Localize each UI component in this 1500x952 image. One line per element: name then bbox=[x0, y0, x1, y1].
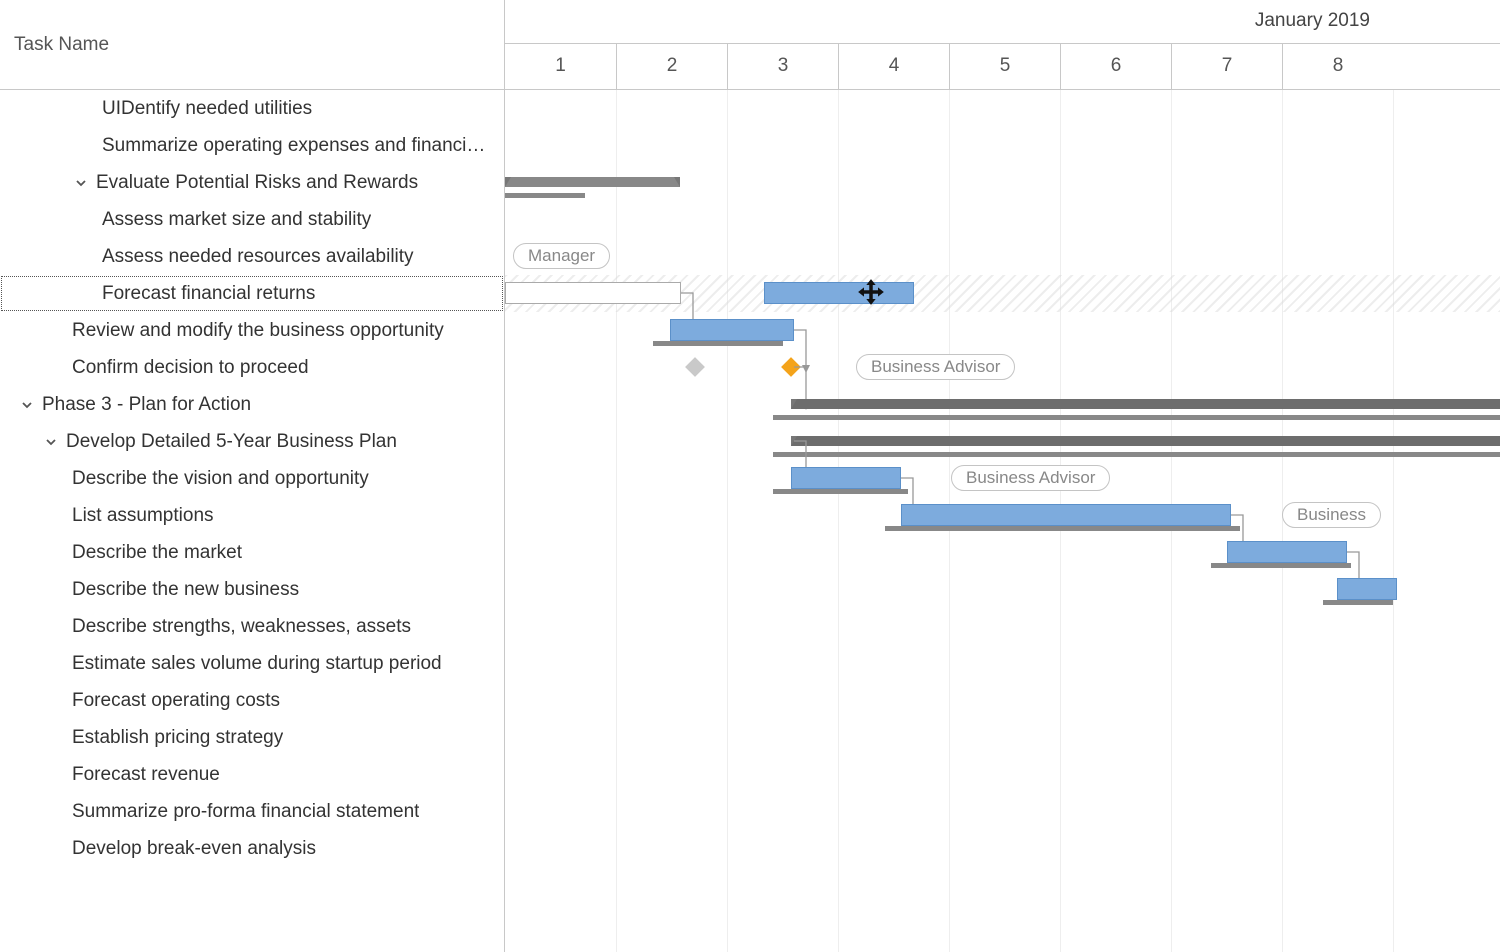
task-row[interactable]: Evaluate Potential Risks and Rewards bbox=[0, 164, 504, 201]
task-row[interactable]: List assumptions bbox=[0, 497, 504, 534]
task-row[interactable]: Forecast financial returns bbox=[0, 275, 504, 312]
resource-tag-business-advisor[interactable]: Business Advisor bbox=[951, 465, 1110, 491]
task-row[interactable]: Describe the new business bbox=[0, 571, 504, 608]
task-row[interactable]: Estimate sales volume during startup per… bbox=[0, 645, 504, 682]
task-row[interactable]: Review and modify the business opportuni… bbox=[0, 312, 504, 349]
task-row[interactable]: Develop break-even analysis bbox=[0, 830, 504, 867]
bar-row bbox=[505, 164, 1500, 201]
progress-underline bbox=[885, 526, 1240, 531]
resource-tag-business-advisor[interactable]: Business Advisor bbox=[856, 354, 1015, 380]
progress-underline bbox=[1323, 600, 1393, 605]
timeline-header: January 2019 12345678 bbox=[505, 0, 1500, 90]
task-row[interactable]: Assess market size and stability bbox=[0, 201, 504, 238]
chevron-down-icon[interactable] bbox=[42, 433, 60, 451]
task-label: Forecast revenue bbox=[72, 764, 220, 786]
chevron-down-icon[interactable] bbox=[18, 396, 36, 414]
day-header-cell: 6 bbox=[1060, 44, 1171, 89]
bar-row bbox=[505, 534, 1500, 571]
task-bar-ghost[interactable] bbox=[505, 282, 681, 304]
day-header-cell: 5 bbox=[949, 44, 1060, 89]
task-label: Summarize operating expenses and financi… bbox=[102, 135, 494, 157]
task-label: Establish pricing strategy bbox=[72, 727, 283, 749]
day-header-cell: 4 bbox=[838, 44, 949, 89]
task-label: Describe the vision and opportunity bbox=[72, 468, 369, 490]
bar-row bbox=[505, 423, 1500, 460]
timeline-month-label: January 2019 bbox=[505, 0, 1500, 44]
chevron-down-icon[interactable] bbox=[72, 174, 90, 192]
task-row[interactable]: Describe strengths, weaknesses, assets bbox=[0, 608, 504, 645]
resource-tag-business[interactable]: Business bbox=[1282, 502, 1381, 528]
task-bar-review[interactable] bbox=[670, 319, 794, 341]
task-bar-assumptions[interactable] bbox=[901, 504, 1231, 526]
summary-bar[interactable] bbox=[505, 177, 680, 187]
summary-bar-5year[interactable] bbox=[791, 436, 1500, 446]
task-label: Assess needed resources availability bbox=[102, 246, 414, 268]
task-label: Assess market size and stability bbox=[102, 209, 371, 231]
task-row[interactable]: Phase 3 - Plan for Action bbox=[0, 386, 504, 423]
day-header-cell: 8 bbox=[1282, 44, 1393, 89]
task-label: Confirm decision to proceed bbox=[72, 357, 309, 379]
timeline-day-row: 12345678 bbox=[505, 44, 1500, 89]
bar-row: Manager bbox=[505, 238, 1500, 275]
timeline-body[interactable]: Manager bbox=[505, 90, 1500, 952]
task-label: Describe strengths, weaknesses, assets bbox=[72, 616, 411, 638]
task-bar-forecast-dragging[interactable] bbox=[764, 282, 914, 304]
task-column-header: Task Name bbox=[0, 0, 504, 90]
task-row[interactable]: Forecast operating costs bbox=[0, 682, 504, 719]
progress-underline bbox=[1211, 563, 1351, 568]
bar-row-forecast bbox=[505, 275, 1500, 312]
task-label: Forecast financial returns bbox=[102, 283, 315, 305]
task-bar-vision[interactable] bbox=[791, 467, 901, 489]
task-label: Estimate sales volume during startup per… bbox=[72, 653, 442, 675]
task-label: Describe the market bbox=[72, 542, 242, 564]
task-row[interactable]: Forecast revenue bbox=[0, 756, 504, 793]
gantt-root: Task Name UIDentify needed utilities Summ… bbox=[0, 0, 1500, 952]
task-label: List assumptions bbox=[72, 505, 214, 527]
progress-underline bbox=[653, 341, 783, 346]
task-bar-market[interactable] bbox=[1227, 541, 1347, 563]
task-label: UIDentify needed utilities bbox=[102, 98, 312, 120]
bar-row: Business bbox=[505, 497, 1500, 534]
bar-row: Business Advisor bbox=[505, 349, 1500, 386]
day-header-cell: 3 bbox=[727, 44, 838, 89]
task-label: Describe the new business bbox=[72, 579, 299, 601]
resource-tag-manager[interactable]: Manager bbox=[513, 243, 610, 269]
bar-row bbox=[505, 312, 1500, 349]
bar-row bbox=[505, 571, 1500, 608]
bar-row: Business Advisor bbox=[505, 460, 1500, 497]
task-row[interactable]: Establish pricing strategy bbox=[0, 719, 504, 756]
task-row[interactable]: Assess needed resources availability bbox=[0, 238, 504, 275]
bar-row bbox=[505, 386, 1500, 423]
task-row[interactable]: Summarize operating expenses and financi… bbox=[0, 127, 504, 164]
day-header-cell: 2 bbox=[616, 44, 727, 89]
task-row[interactable]: Describe the market bbox=[0, 534, 504, 571]
task-row[interactable]: Describe the vision and opportunity bbox=[0, 460, 504, 497]
task-row[interactable]: Summarize pro-forma financial statement bbox=[0, 793, 504, 830]
task-label: Evaluate Potential Risks and Rewards bbox=[96, 172, 418, 194]
task-label: Forecast operating costs bbox=[72, 690, 280, 712]
progress-underline bbox=[773, 415, 1500, 420]
task-label: Develop break-even analysis bbox=[72, 838, 316, 860]
milestone-diamond-grey[interactable] bbox=[685, 357, 705, 377]
task-row[interactable]: UIDentify needed utilities bbox=[0, 90, 504, 127]
task-row[interactable]: Develop Detailed 5-Year Business Plan bbox=[0, 423, 504, 460]
task-row[interactable]: Confirm decision to proceed bbox=[0, 349, 504, 386]
progress-underline bbox=[773, 452, 1500, 457]
task-label: Develop Detailed 5-Year Business Plan bbox=[66, 431, 397, 453]
task-name-column: Task Name UIDentify needed utilities Summ… bbox=[0, 0, 505, 952]
progress-underline bbox=[505, 193, 585, 198]
progress-underline bbox=[773, 489, 908, 494]
day-header-cell: 1 bbox=[505, 44, 616, 89]
task-label: Phase 3 - Plan for Action bbox=[42, 394, 251, 416]
task-label: Review and modify the business opportuni… bbox=[72, 320, 444, 342]
task-label: Summarize pro-forma financial statement bbox=[72, 801, 419, 823]
day-header-cell: 7 bbox=[1171, 44, 1282, 89]
task-bar-newbiz[interactable] bbox=[1337, 578, 1397, 600]
task-rows-container: UIDentify needed utilities Summarize oper… bbox=[0, 90, 504, 952]
summary-bar-phase3[interactable] bbox=[791, 399, 1500, 409]
timeline-panel: January 2019 12345678 Manager bbox=[505, 0, 1500, 952]
